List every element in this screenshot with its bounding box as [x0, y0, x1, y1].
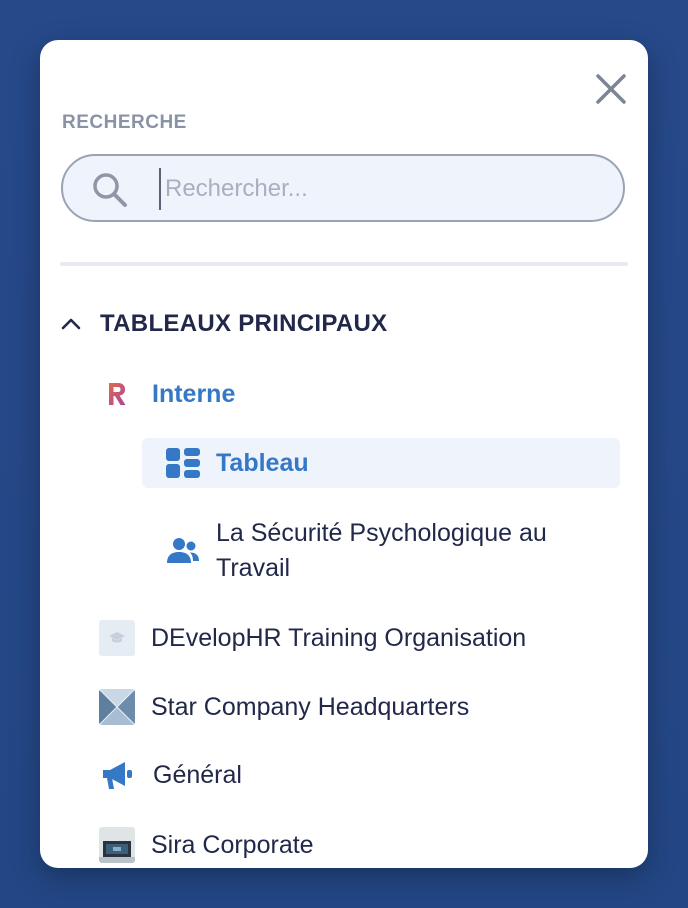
nav-item-sira-corporate[interactable]: Sira Corporate: [99, 825, 314, 865]
nav-item-develophr[interactable]: DEvelopHR Training Organisation: [99, 618, 526, 658]
nav-item-label: Tableau: [216, 448, 309, 477]
group-label: TABLEAUX PRINCIPAUX: [100, 310, 388, 337]
chevron-up-icon: [61, 318, 81, 330]
screen-thumbnail-icon: [99, 827, 135, 863]
close-icon: [596, 74, 626, 104]
nav-item-tableau[interactable]: Tableau: [166, 443, 309, 483]
nav-item-interne[interactable]: Interne: [106, 374, 235, 414]
search-input[interactable]: [159, 168, 607, 210]
nav-item-general[interactable]: Général: [101, 755, 242, 795]
graduation-cap-icon: [99, 620, 135, 656]
nav-item-label: Sira Corporate: [151, 830, 314, 859]
nav-item-label: Interne: [152, 379, 236, 408]
search-panel: RECHERCHE TABLEAUX PRINCIPAUX Interne: [40, 40, 648, 868]
r-logo-icon: [109, 383, 126, 405]
search-box[interactable]: [61, 154, 625, 222]
building-thumbnail-icon: [99, 689, 135, 725]
nav-item-label-line2: Travail: [216, 554, 291, 582]
dashboard-icon: [166, 448, 200, 478]
users-icon: [167, 538, 199, 563]
nav-item-label-line1: La Sécurité Psychologique au: [216, 519, 547, 547]
nav-item-star-company[interactable]: Star Company Headquarters: [99, 687, 469, 727]
divider: [60, 262, 628, 266]
nav-item-label: DEvelopHR Training Organisation: [151, 623, 527, 652]
nav-item-label: Général: [153, 760, 242, 789]
search-icon: [93, 173, 127, 207]
nav-item-label: Star Company Headquarters: [151, 692, 470, 721]
group-header-tableaux-principaux[interactable]: TABLEAUX PRINCIPAUX: [60, 306, 388, 342]
nav-item-securite-psychologique[interactable]: La Sécurité Psychologique au Travail: [166, 516, 547, 586]
close-button[interactable]: [592, 70, 630, 108]
megaphone-icon: [103, 762, 132, 789]
search-section-label: RECHERCHE: [62, 112, 187, 133]
